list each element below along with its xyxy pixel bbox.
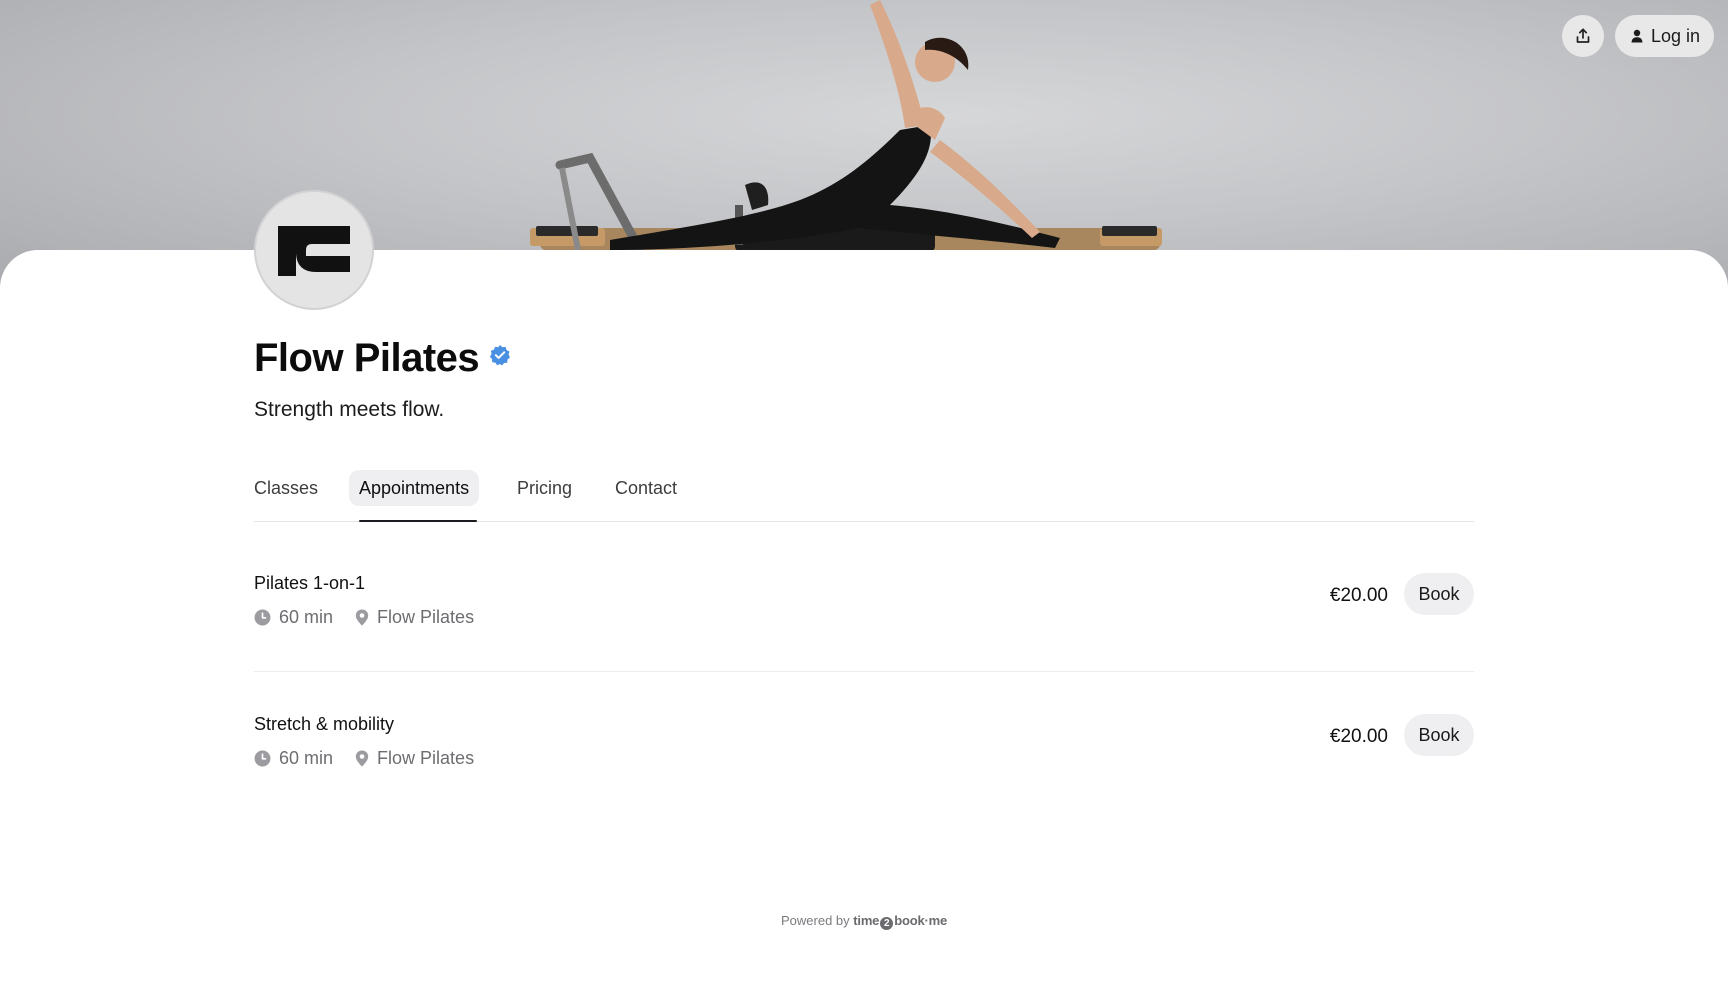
service-row[interactable]: Stretch & mobility 60 min Flow Pilates €… xyxy=(254,714,1474,824)
brand-part-b: book·me xyxy=(894,913,947,928)
title-row: Flow Pilates xyxy=(254,336,511,381)
active-tab-indicator xyxy=(359,520,477,522)
tab-appointments[interactable]: Appointments xyxy=(349,470,480,506)
verified-check-icon xyxy=(490,345,511,366)
tab-pricing[interactable]: Pricing xyxy=(517,470,572,506)
location: Flow Pilates xyxy=(355,748,474,769)
book-button[interactable]: Book xyxy=(1404,573,1474,615)
service-row[interactable]: Pilates 1-on-1 60 min Flow Pilates €20.0… xyxy=(254,573,1474,683)
user-icon xyxy=(1631,29,1643,43)
service-price: €20.00 xyxy=(1329,585,1388,606)
tagline: Strength meets flow. xyxy=(254,398,445,421)
powered-by-label: Powered by xyxy=(781,913,850,928)
brand-number: 2 xyxy=(880,917,894,930)
clock-icon xyxy=(254,609,271,626)
service-price: €20.00 xyxy=(1329,726,1388,747)
location-label: Flow Pilates xyxy=(377,748,475,768)
login-button[interactable]: Log in xyxy=(1614,15,1714,57)
tab-contact[interactable]: Contact xyxy=(615,470,677,506)
location-pin-icon xyxy=(355,750,369,767)
tab-bar: Classes Appointments Pricing Contact xyxy=(254,470,1474,522)
service-name: Stretch & mobility xyxy=(254,714,395,734)
book-button[interactable]: Book xyxy=(1404,714,1474,756)
duration: 60 min xyxy=(254,607,333,628)
location: Flow Pilates xyxy=(355,607,474,628)
location-pin-icon xyxy=(355,609,369,626)
tab-classes[interactable]: Classes xyxy=(254,470,318,506)
duration-label: 60 min xyxy=(279,607,334,627)
service-meta: 60 min Flow Pilates xyxy=(254,607,496,628)
avatar xyxy=(254,190,374,310)
brand-part-a: time xyxy=(853,913,880,928)
powered-by-footer[interactable]: Powered by time 2 book·me xyxy=(0,913,1728,930)
clock-icon xyxy=(254,750,271,767)
duration: 60 min xyxy=(254,748,333,769)
service-name: Pilates 1-on-1 xyxy=(254,573,366,593)
row-divider xyxy=(254,671,1474,672)
share-upload-icon xyxy=(1576,28,1590,43)
page-title: Flow Pilates xyxy=(254,336,480,380)
duration-label: 60 min xyxy=(279,748,334,768)
share-button[interactable] xyxy=(1561,15,1604,57)
service-meta: 60 min Flow Pilates xyxy=(254,748,496,769)
login-label: Log in xyxy=(1650,25,1700,46)
studio-logo-icon xyxy=(278,226,350,276)
location-label: Flow Pilates xyxy=(377,607,475,627)
brand-logo: time 2 book·me xyxy=(853,913,947,930)
